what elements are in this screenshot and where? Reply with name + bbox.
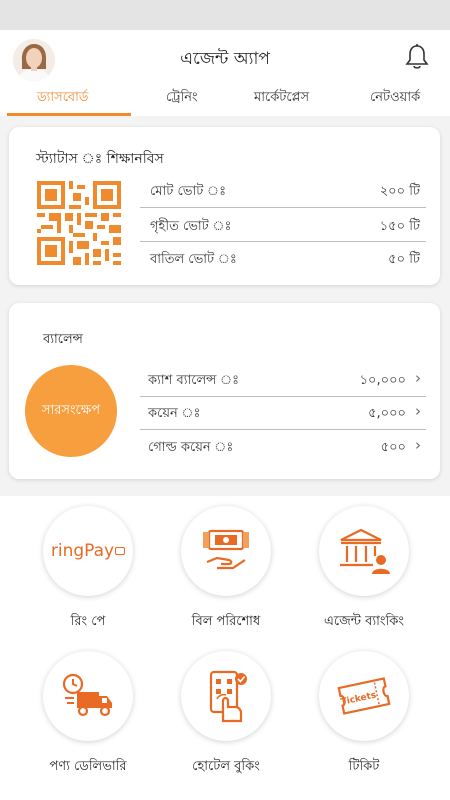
tab-dashboard[interactable]: ড্যাসবোর্ড bbox=[37, 88, 89, 109]
rejected-votes-label: বাতিল ভোট ঃ bbox=[150, 252, 237, 267]
bell-icon[interactable] bbox=[404, 43, 430, 71]
bill-payment-icon[interactable] bbox=[181, 506, 271, 596]
tab-network[interactable]: নেটওয়ার্ক bbox=[370, 88, 420, 109]
coin-value[interactable]: ৫,০০০ bbox=[368, 404, 406, 425]
status-card: স্ট্যাটাস ঃ শিক্ষানবিস মোট ভোট ঃ ২০০ টি … bbox=[9, 127, 440, 285]
service-label: টিকিট bbox=[348, 759, 380, 774]
divider bbox=[140, 429, 426, 430]
bank-icon[interactable] bbox=[319, 506, 409, 596]
rejected-votes-value: ৫০ টি bbox=[388, 252, 420, 267]
total-votes-label: মোট ভোট ঃ bbox=[150, 184, 226, 199]
ringpay-logo-icon[interactable]: ringPay bbox=[43, 506, 133, 596]
dashboard-panel: স্ট্যাটাস ঃ শিক্ষানবিস মোট ভোট ঃ ২০০ টি … bbox=[0, 116, 450, 496]
hotel-booking-icon[interactable] bbox=[181, 651, 271, 741]
chevron-right-icon[interactable]: › bbox=[415, 436, 421, 454]
summary-button[interactable]: সারসংক্ষেপ bbox=[25, 365, 117, 457]
status-label: স্ট্যাটাস ঃ শিক্ষানবিস bbox=[36, 151, 164, 167]
accepted-votes-value: ১৫০ টি bbox=[379, 219, 420, 234]
gold-coin-label: গোল্ড কয়েন ঃ bbox=[148, 440, 234, 455]
wallet-mini-icon bbox=[115, 547, 126, 555]
system-status-bar bbox=[0, 0, 450, 30]
app-bar: এজেন্ট অ্যাপ bbox=[0, 30, 450, 88]
service-label: বিল পরিশোধ bbox=[191, 614, 261, 629]
qr-code-icon[interactable] bbox=[37, 181, 121, 265]
tab-bar: ড্যাসবোর্ড ট্রেনিং মার্কেটপ্লেস নেটওয়ার… bbox=[0, 88, 450, 116]
service-label: রিং পে bbox=[70, 614, 106, 629]
service-label: এজেন্ট ব্যাংকিং bbox=[324, 614, 404, 629]
gold-coin-value[interactable]: ৫০০ bbox=[381, 438, 406, 459]
delivery-truck-icon[interactable] bbox=[43, 651, 133, 741]
ticket-icon[interactable]: Tickets bbox=[319, 651, 409, 741]
total-votes-value: ২০০ টি bbox=[379, 184, 420, 199]
accepted-votes-label: গৃহীত ভোট ঃ bbox=[150, 219, 232, 234]
chevron-right-icon[interactable]: › bbox=[415, 402, 421, 420]
balance-card: ব্যালেন্স সারসংক্ষেপ ক্যাশ ব্যালেন্স ঃ ১… bbox=[9, 303, 440, 479]
divider bbox=[140, 241, 426, 242]
balance-title: ব্যালেন্স bbox=[43, 332, 83, 347]
divider bbox=[140, 396, 426, 397]
service-label: পণ্য ডেলিভারি bbox=[49, 759, 127, 774]
cash-balance-value[interactable]: ১০,০০০ bbox=[360, 371, 406, 392]
chevron-right-icon[interactable]: › bbox=[415, 369, 421, 387]
ringpay-logo-text: ringPay bbox=[50, 541, 115, 561]
service-label: হোটেল বুকিং bbox=[192, 759, 260, 774]
divider bbox=[140, 207, 426, 208]
tab-training[interactable]: ট্রেনিং bbox=[166, 88, 198, 109]
app-title: এজেন্ট অ্যাপ bbox=[180, 49, 270, 69]
coin-label: কয়েন ঃ bbox=[148, 406, 201, 421]
cash-balance-label: ক্যাশ ব্যালেন্স ঃ bbox=[148, 373, 240, 388]
tab-marketplace[interactable]: মার্কেটপ্লেস bbox=[254, 88, 309, 109]
